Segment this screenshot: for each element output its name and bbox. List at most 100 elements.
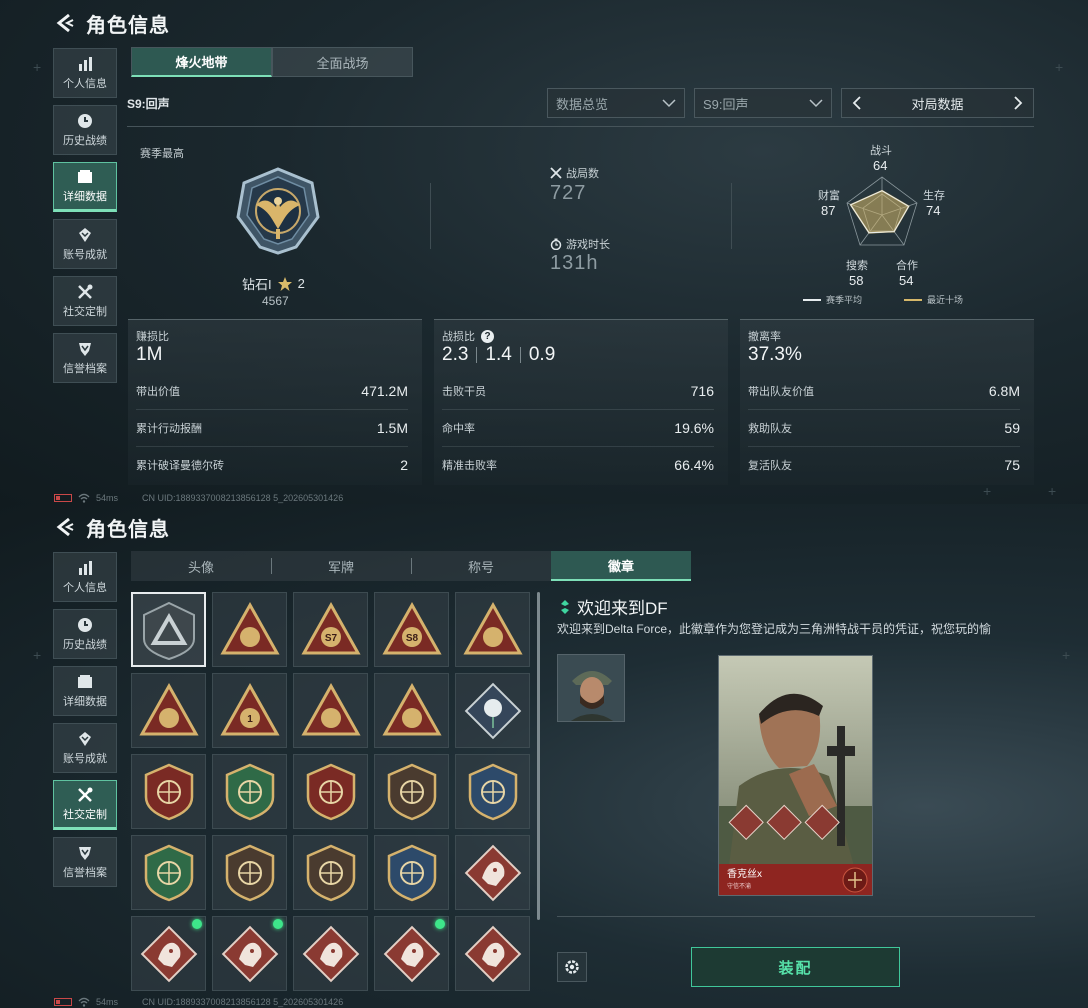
tab-warfare-zone[interactable]: 烽火地带 (131, 47, 272, 77)
card-row: 击败干员 716 (442, 372, 714, 409)
settings-button[interactable] (557, 952, 587, 982)
character-card[interactable]: 香克丝x 守信不渝 (718, 655, 873, 896)
battery-icon (54, 494, 72, 502)
radar-value-survival: 74 (926, 203, 941, 218)
helmet-badge[interactable] (131, 673, 206, 748)
avatar[interactable] (557, 654, 625, 722)
number-one-emblem-icon: 1 (219, 682, 280, 735)
achievement-icon (79, 732, 91, 746)
season-dropdown[interactable]: S9:回声 (694, 88, 832, 118)
hand-sign-badge[interactable] (455, 592, 530, 667)
tab-dogtag[interactable]: 军牌 (271, 551, 411, 581)
profit-card: 赚损比 1M 带出价值 471.2M 累计行动报酬 1.5M 累计破译曼德尔砖 … (128, 319, 422, 485)
gear-icon (565, 960, 579, 974)
row-label: 带出价值 (136, 385, 180, 398)
tab-title[interactable]: 称号 (411, 551, 551, 581)
row-label: 累计破译曼德尔砖 (136, 460, 224, 472)
sidebar-item-history[interactable]: 历史战绩 (53, 105, 117, 155)
chevron-left-icon[interactable] (850, 96, 864, 110)
radar-series-recent (849, 189, 910, 234)
gun-shield-badge[interactable] (293, 835, 368, 910)
crossed-swords-icon (550, 167, 562, 179)
tab-avatar[interactable]: 头像 (131, 551, 271, 581)
stars-crest-badge[interactable] (293, 754, 368, 829)
shield-down-icon (79, 847, 91, 860)
folder-icon (78, 675, 92, 688)
s8-emblem-icon: S8 (381, 601, 442, 654)
row-value: 66.4% (674, 457, 714, 473)
sidebar-item-history[interactable]: 历史战绩 (53, 609, 117, 659)
scrollbar[interactable] (537, 592, 540, 920)
ping-value: 54ms (96, 997, 119, 1007)
welcome-df-badge[interactable] (131, 592, 206, 667)
card-row: 精准击败率 66.4% (442, 446, 714, 483)
operator-portrait (558, 655, 624, 721)
star-emblem-badge[interactable] (131, 754, 206, 829)
customization-tabs: 头像 军牌 称号 徽章 (131, 551, 691, 581)
legend-recent: 最近十场 (904, 293, 963, 306)
deco-cross: + (1055, 59, 1064, 75)
s8-badge[interactable]: S8 (374, 592, 449, 667)
equip-button[interactable]: 装配 (691, 947, 900, 987)
dragon-red-2-badge[interactable] (374, 916, 449, 991)
rifle-shield-badge[interactable] (212, 835, 287, 910)
wolf-diamond-emblem-icon (464, 844, 521, 901)
blue-crosshair-badge[interactable] (455, 754, 530, 829)
dragon-red-badge[interactable] (293, 916, 368, 991)
s7-badge[interactable]: S7 (293, 592, 368, 667)
row-value: 19.6% (674, 420, 714, 436)
sidebar-item-reputation[interactable]: 信誉档案 (53, 333, 117, 383)
help-icon[interactable]: ? (481, 329, 494, 343)
tab-full-battlefield[interactable]: 全面战场 (272, 47, 413, 77)
rose-badge[interactable] (455, 673, 530, 748)
sidebar-item-label: 账号成就 (63, 249, 107, 261)
data-type-dropdown[interactable]: 数据总览 (547, 88, 685, 118)
gold-crest-badge[interactable] (374, 835, 449, 910)
wolf-diamond-badge[interactable] (455, 835, 530, 910)
sidebar-item-achievements[interactable]: 账号成就 (53, 723, 117, 773)
number-one-badge[interactable]: 1 (212, 673, 287, 748)
green-crosshair-emblem-icon (144, 844, 193, 901)
badge-description: 欢迎来到Delta Force，此徽章作为您登记成为三角洲特战干员的凭证，祝您玩… (557, 622, 992, 636)
wolf-red-badge[interactable] (131, 916, 206, 991)
sidebar-item-social[interactable]: 社交定制 (53, 276, 117, 326)
sidebar-item-social[interactable]: 社交定制 (53, 780, 117, 830)
playtime-label: 游戏时长 (550, 236, 610, 252)
lion-red-badge[interactable] (212, 916, 287, 991)
green-shield-badge[interactable] (212, 754, 287, 829)
shield-down-icon (79, 343, 91, 356)
squad-badge[interactable] (374, 673, 449, 748)
sidebar-item-profile[interactable]: 个人信息 (53, 552, 117, 602)
raptor-red-emblem-icon (464, 925, 521, 982)
sidebar-item-profile[interactable]: 个人信息 (53, 48, 117, 98)
back-arrow-icon[interactable] (54, 12, 76, 34)
header: 角色信息 (54, 8, 170, 38)
tab-badge[interactable]: 徽章 (551, 551, 691, 581)
row-value: 75 (1004, 457, 1020, 473)
rank-stars: 2 (297, 276, 305, 291)
deco-cross: + (983, 483, 992, 499)
sidebar-item-label: 信誉档案 (63, 867, 107, 879)
lighter-badge[interactable] (293, 673, 368, 748)
badge-grid: S7 S8 1 (131, 592, 530, 991)
sidebar-item-reputation[interactable]: 信誉档案 (53, 837, 117, 887)
helicopter-badge[interactable] (212, 592, 287, 667)
sidebar-item-achievements[interactable]: 账号成就 (53, 219, 117, 269)
sidebar-item-detailed-data[interactable]: 详细数据 (53, 162, 117, 212)
raptor-red-badge[interactable] (455, 916, 530, 991)
radar-label-survival: 生存 (923, 190, 945, 202)
achievement-icon (79, 228, 91, 242)
row-value: 2 (400, 457, 408, 473)
header: 角色信息 (54, 512, 170, 542)
uid-text: CN UID:1889337008213856128 5_20260530142… (142, 997, 344, 1007)
green-crosshair-badge[interactable] (131, 835, 206, 910)
wifi-icon (78, 997, 90, 1007)
crystal-shield-badge[interactable] (374, 754, 449, 829)
sidebar: 个人信息 历史战绩 详细数据 账号成就 社交定制 信誉档案 (53, 552, 117, 894)
card-title-text: 战损比 (442, 331, 475, 343)
back-arrow-icon[interactable] (54, 516, 76, 538)
radar-value-wealth: 87 (821, 203, 836, 218)
sidebar-item-detailed-data[interactable]: 详细数据 (53, 666, 117, 716)
card-title: 赚损比 (136, 331, 169, 343)
chevron-right-icon[interactable] (1011, 96, 1025, 110)
